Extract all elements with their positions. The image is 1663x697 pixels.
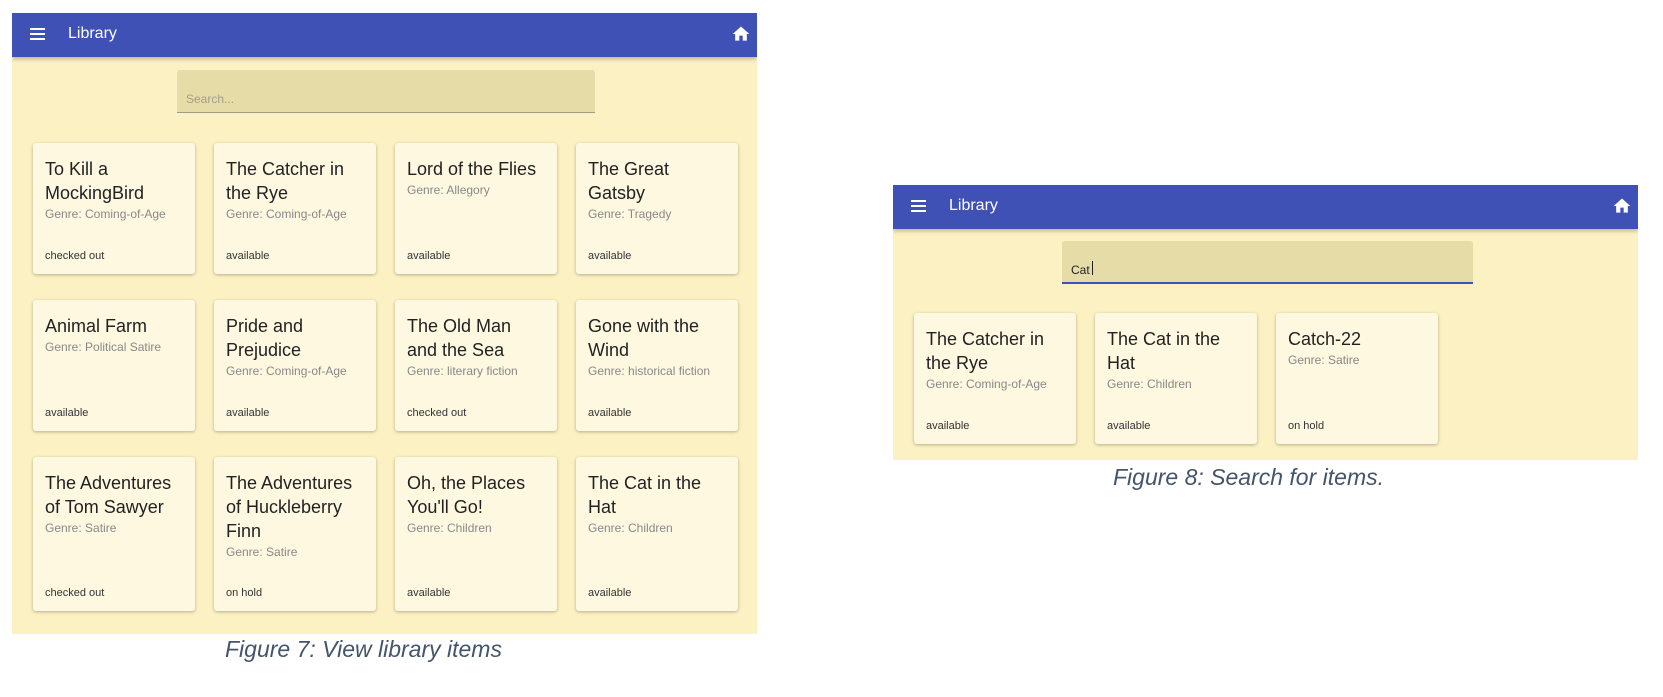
search-field[interactable] [177,70,595,113]
book-status: available [45,407,89,419]
book-card[interactable]: Oh, the Places You'll Go! Genre: Childre… [395,457,557,611]
book-genre: Genre: Satire [1288,353,1360,367]
book-status: available [407,587,451,599]
search-results-grid: The Catcher in the Rye Genre: Coming-of-… [914,313,1619,460]
book-title: The Cat in the Hat [588,473,702,517]
home-icon[interactable] [1612,196,1632,216]
search-field[interactable] [1062,241,1473,284]
library-screen-view-all: Library To Kill a MockingBird Genre: Com… [12,13,757,634]
book-status: checked out [45,250,105,262]
book-status: on hold [1288,420,1325,432]
app-title: Library [949,197,998,214]
book-title: The Adventures of Huckleberry Finn [226,473,353,541]
book-status: checked out [45,587,105,599]
book-title: Pride and Prejudice [226,316,304,360]
book-genre: Genre: Political Satire [45,340,162,354]
text-caret [1092,261,1093,275]
book-status: available [226,407,270,419]
book-genre: Genre: historical fiction [588,364,711,378]
book-title: The Adventures of Tom Sawyer [45,473,172,517]
book-title: The Catcher in the Rye [926,329,1045,373]
book-card[interactable]: The Adventures of Huckleberry Finn Genre… [214,457,376,611]
book-genre: Genre: Coming-of-Age [226,364,347,378]
book-title: Lord of the Flies [407,159,537,179]
menu-icon[interactable] [30,26,46,44]
library-screen-search: Library The Catcher in the Rye Genre: Co… [893,185,1638,460]
book-genre: Genre: Children [407,521,492,535]
book-title: The Great Gatsby [588,159,670,203]
book-genre: Genre: Children [1107,377,1192,391]
book-card[interactable]: Lord of the Flies Genre: Allegory availa… [395,143,557,274]
app-bar: Library [893,185,1638,229]
app-bar: Library [12,13,757,57]
book-card[interactable]: Catch-22 Genre: Satire on hold [1276,313,1438,444]
figure-caption: Figure 7: View library items [225,636,502,662]
book-status: available [226,250,270,262]
book-status: available [588,407,632,419]
book-genre: Genre: Tragedy [588,207,672,221]
home-icon[interactable] [731,24,751,44]
book-title: The Old Man and the Sea [407,316,512,360]
book-card[interactable]: The Cat in the Hat Genre: Children avail… [1095,313,1257,444]
book-status: available [588,587,632,599]
book-genre: Genre: Satire [226,545,298,559]
figure-caption: Figure 8: Search for items. [1113,464,1384,490]
book-status: available [926,420,970,432]
book-title: To Kill a MockingBird [45,159,145,203]
book-card[interactable]: The Cat in the Hat Genre: Children avail… [576,457,738,611]
book-status: on hold [226,587,263,599]
book-card[interactable]: The Adventures of Tom Sawyer Genre: Sati… [33,457,195,611]
search-input[interactable] [177,70,595,112]
book-title: Oh, the Places You'll Go! [407,473,526,517]
book-title: The Cat in the Hat [1107,329,1221,373]
book-genre: Genre: Coming-of-Age [45,207,166,221]
book-genre: Genre: Allegory [407,183,490,197]
book-genre: Genre: literary fiction [407,364,518,378]
book-genre: Genre: Coming-of-Age [226,207,347,221]
book-grid: To Kill a MockingBird Genre: Coming-of-A… [33,143,738,634]
book-title: Gone with the Wind [588,316,700,360]
menu-icon[interactable] [911,198,927,216]
book-title: Animal Farm [45,316,148,336]
book-card[interactable]: To Kill a MockingBird Genre: Coming-of-A… [33,143,195,274]
book-card[interactable]: Gone with the Wind Genre: historical fic… [576,300,738,431]
book-card[interactable]: The Old Man and the Sea Genre: literary … [395,300,557,431]
book-title: Catch-22 [1288,329,1362,349]
book-status: available [588,250,632,262]
book-title: The Catcher in the Rye [226,159,345,203]
book-card[interactable]: The Great Gatsby Genre: Tragedy availabl… [576,143,738,274]
book-status: checked out [407,407,467,419]
book-card[interactable]: Animal Farm Genre: Political Satire avai… [33,300,195,431]
book-card[interactable]: Pride and Prejudice Genre: Coming-of-Age… [214,300,376,431]
app-title: Library [68,25,117,42]
book-card[interactable]: The Catcher in the Rye Genre: Coming-of-… [914,313,1076,444]
search-input[interactable] [1062,241,1473,282]
book-genre: Genre: Children [588,521,673,535]
book-genre: Genre: Coming-of-Age [926,377,1047,391]
book-status: available [407,250,451,262]
book-genre: Genre: Satire [45,521,117,535]
book-status: available [1107,420,1151,432]
book-card[interactable]: The Catcher in the Rye Genre: Coming-of-… [214,143,376,274]
